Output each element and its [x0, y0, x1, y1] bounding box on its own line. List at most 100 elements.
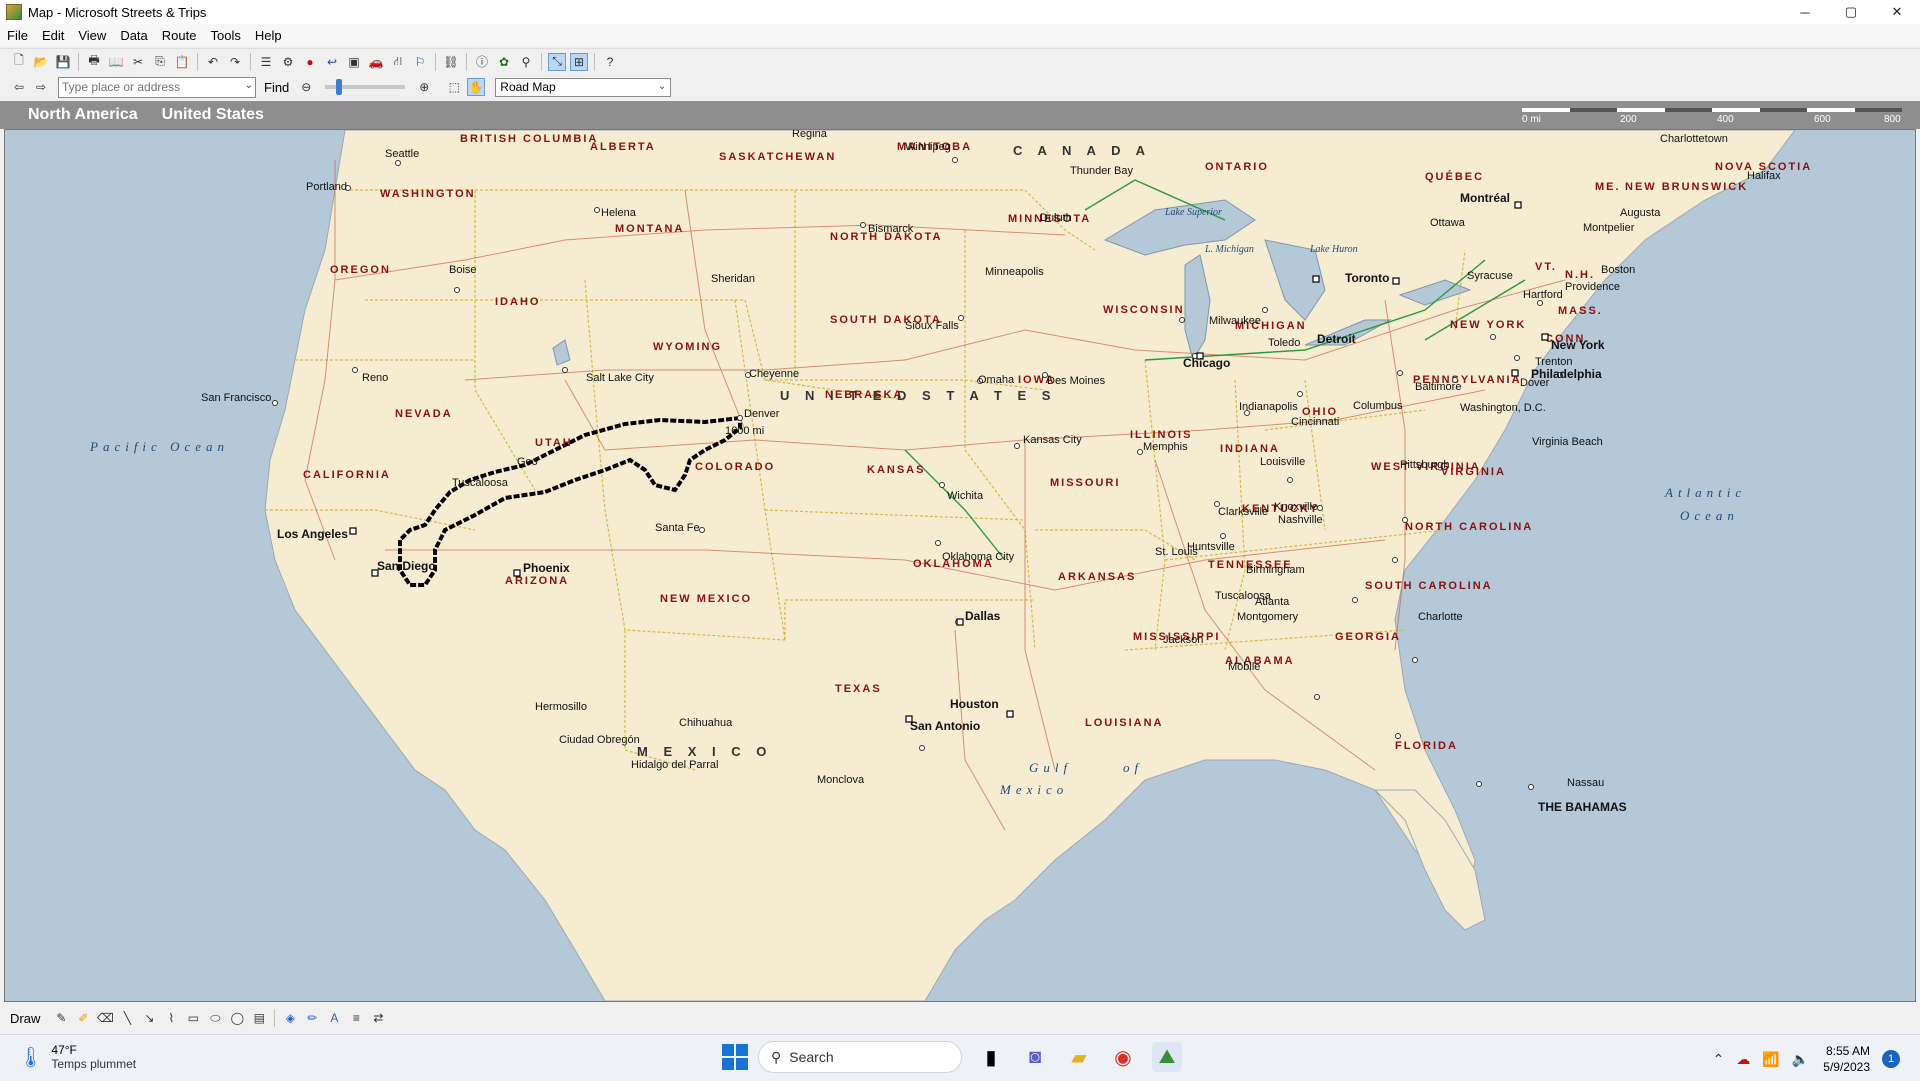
line-icon[interactable]: ╲: [118, 1009, 136, 1027]
open-icon[interactable]: 📂: [32, 53, 50, 71]
locate-icon[interactable]: ⚲: [517, 53, 535, 71]
route-planner-icon[interactable]: ⚙: [279, 53, 297, 71]
streets-trips-icon[interactable]: ⛰: [1152, 1042, 1182, 1072]
zoom-in-icon[interactable]: ⊕: [415, 78, 433, 96]
chrome-icon[interactable]: ◉: [1108, 1042, 1138, 1072]
print-preview-icon[interactable]: 📖: [107, 53, 125, 71]
state-label: NEVADA: [395, 408, 453, 420]
city-label: Hidalgo del Parral: [631, 759, 718, 771]
fill-icon[interactable]: ◈: [281, 1009, 299, 1027]
minimize-button[interactable]: ─: [1782, 0, 1828, 24]
city-label: Virginia Beach: [1532, 436, 1603, 448]
menu-tools[interactable]: Tools: [203, 28, 247, 43]
forward-arrow-icon[interactable]: ⇨: [32, 78, 50, 96]
notification-badge[interactable]: 1: [1882, 1050, 1900, 1068]
city-label: Washington, D.C.: [1460, 402, 1546, 414]
construction-icon[interactable]: ⛙: [389, 53, 407, 71]
overlay-icon[interactable]: ✿: [495, 53, 513, 71]
paste-icon[interactable]: 📋: [173, 53, 191, 71]
route-settings-icon[interactable]: ⛓: [442, 53, 460, 71]
menu-file[interactable]: File: [0, 28, 35, 43]
city-label: Denver: [744, 408, 780, 420]
chat-icon[interactable]: ◙: [1020, 1042, 1050, 1072]
pan-icon[interactable]: ▣: [345, 53, 363, 71]
cut-icon[interactable]: ✂: [129, 53, 147, 71]
map-canvas[interactable]: C A N A D A U N I T E D S T A T E S M E …: [4, 129, 1916, 1002]
breadcrumb-united-states[interactable]: United States: [162, 106, 264, 124]
task-view-icon[interactable]: ▮: [976, 1042, 1006, 1072]
rectangle-icon[interactable]: ▭: [184, 1009, 202, 1027]
redo-icon[interactable]: ↷: [226, 53, 244, 71]
car-icon[interactable]: 🚗: [367, 53, 385, 71]
chevron-down-icon[interactable]: ⌄: [658, 81, 666, 92]
wifi-icon[interactable]: 📶: [1762, 1051, 1779, 1068]
map-style-select[interactable]: Road Map ⌄: [495, 77, 672, 97]
pan-hand-icon[interactable]: ⊞: [570, 52, 588, 71]
line-style-icon[interactable]: ≡: [347, 1009, 365, 1027]
speaker-icon[interactable]: 🔈: [1792, 1051, 1809, 1068]
menu-edit[interactable]: Edit: [35, 28, 71, 43]
chevron-down-icon[interactable]: ⌄: [245, 80, 253, 91]
city-label: Montpelier: [1583, 222, 1635, 234]
select-tool-icon[interactable]: ⬚: [445, 78, 463, 96]
font-color-icon[interactable]: A: [325, 1009, 343, 1027]
find-button[interactable]: Find: [264, 80, 289, 95]
state-label: ARKANSAS: [1058, 571, 1136, 583]
zoom-slider[interactable]: [325, 79, 406, 95]
label-the-bahamas: THE BAHAMAS: [1538, 800, 1627, 814]
oval-icon[interactable]: ⬭: [206, 1009, 224, 1027]
line-color-icon[interactable]: ✏: [303, 1009, 321, 1027]
back-arrow-icon[interactable]: ⇦: [10, 78, 28, 96]
hand-tool-icon[interactable]: ✋: [467, 78, 486, 96]
state-label: ARIZONA: [505, 575, 569, 587]
menu-data[interactable]: Data: [113, 28, 154, 43]
city-label-houston: Houston: [950, 697, 999, 711]
water-label-of: of: [1123, 760, 1143, 775]
undo-icon[interactable]: ↶: [204, 53, 222, 71]
city-label: Clarksville: [1218, 506, 1268, 518]
reroute-icon[interactable]: ↩: [323, 53, 341, 71]
info-icon[interactable]: ⓘ: [473, 53, 491, 71]
close-button[interactable]: ✕: [1874, 0, 1920, 24]
new-icon[interactable]: 🗋: [10, 53, 28, 71]
maximize-button[interactable]: ▢: [1828, 0, 1874, 24]
menu-help[interactable]: Help: [248, 28, 289, 43]
city-label: Thunder Bay: [1070, 165, 1133, 177]
copy-icon[interactable]: ⎘: [151, 53, 169, 71]
print-icon[interactable]: 🖶: [85, 53, 103, 71]
taskbar-search[interactable]: ⚲ Search: [758, 1041, 962, 1073]
zoom-out-icon[interactable]: ⊖: [297, 78, 315, 96]
gps-icon[interactable]: ⚐: [411, 53, 429, 71]
start-button[interactable]: [722, 1044, 748, 1070]
cloud-icon[interactable]: ☁: [1736, 1051, 1750, 1068]
highlighter-icon[interactable]: ✐: [74, 1009, 92, 1027]
breadcrumb-north-america[interactable]: North America: [28, 106, 138, 124]
pencil-icon[interactable]: ✎: [52, 1009, 70, 1027]
zoom-slider-thumb[interactable]: [336, 79, 343, 95]
help-icon[interactable]: ?: [601, 53, 619, 71]
clock[interactable]: 8:55 AM 5/9/2023: [1823, 1043, 1870, 1075]
address-combobox[interactable]: ⌄: [58, 76, 256, 98]
menu-view[interactable]: View: [71, 28, 113, 43]
weather-widget[interactable]: 🌡 47°F Temps plummet: [18, 1043, 136, 1071]
arrow-icon[interactable]: ↘: [140, 1009, 158, 1027]
pushpin-icon[interactable]: ●: [301, 53, 319, 71]
state-label: FLORIDA: [1395, 740, 1458, 752]
file-explorer-icon[interactable]: ▰: [1064, 1042, 1094, 1072]
zoom-tool-icon[interactable]: ⤡: [548, 52, 566, 71]
freeform-icon[interactable]: ⌇: [162, 1009, 180, 1027]
map-svg[interactable]: C A N A D A U N I T E D S T A T E S M E …: [5, 130, 1915, 1001]
save-icon[interactable]: 💾: [54, 53, 72, 71]
state-label: TEXAS: [835, 683, 882, 695]
address-input[interactable]: [59, 79, 234, 95]
chevron-up-icon[interactable]: ⌃: [1713, 1051, 1725, 1068]
circle-icon[interactable]: ◯: [228, 1009, 246, 1027]
draw-menu[interactable]: Draw: [10, 1011, 40, 1026]
textbox-icon[interactable]: ▤: [250, 1009, 268, 1027]
state-label: QUÉBEC: [1425, 170, 1484, 183]
state-label: NEW BRUNSWICK: [1625, 181, 1748, 193]
arrow-style-icon[interactable]: ⇄: [369, 1009, 387, 1027]
eraser-icon[interactable]: ⌫: [96, 1009, 114, 1027]
directions-icon[interactable]: ☰: [257, 53, 275, 71]
menu-route[interactable]: Route: [155, 28, 204, 43]
